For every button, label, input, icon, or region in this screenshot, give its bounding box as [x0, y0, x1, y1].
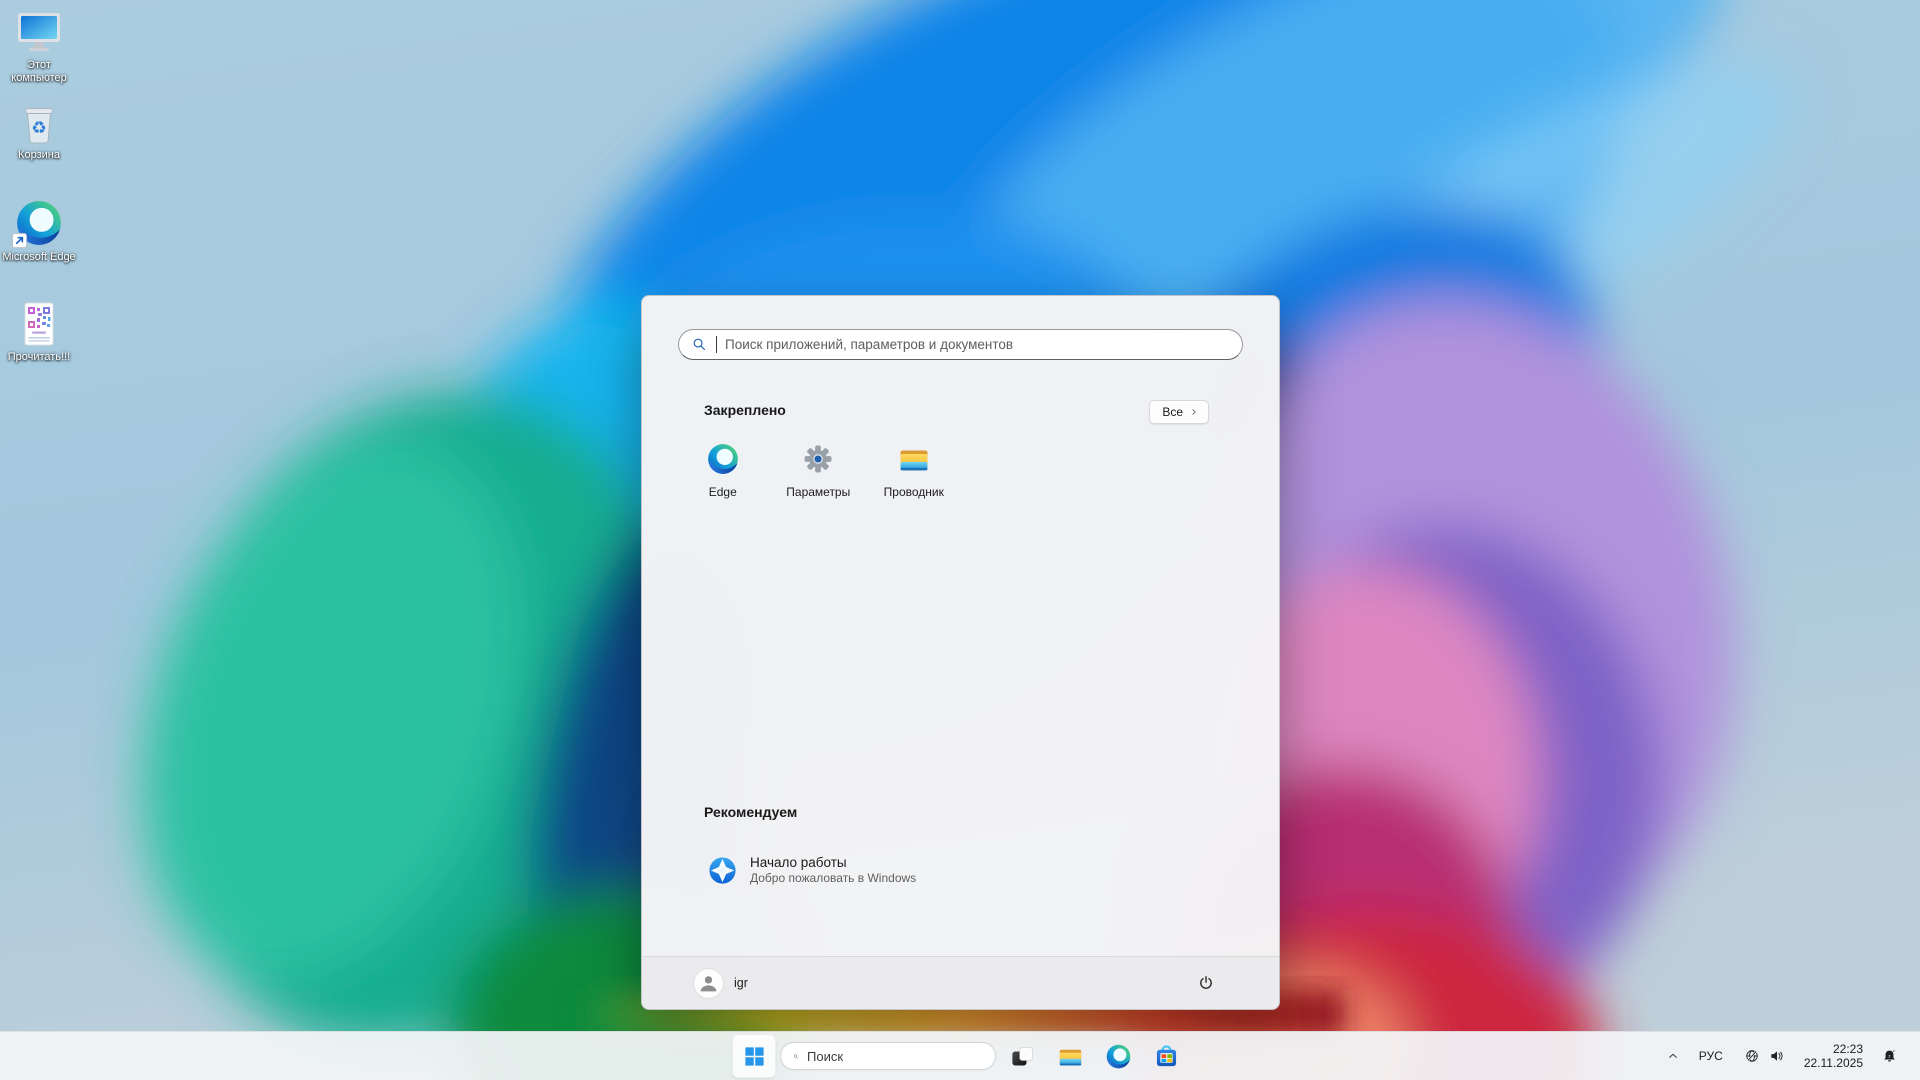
user-profile-button[interactable]: igr [694, 969, 748, 998]
desktop-icon-microsoft-edge[interactable]: Microsoft Edge [0, 198, 78, 264]
chevron-up-icon [1665, 1048, 1681, 1064]
all-apps-label: Все [1162, 405, 1183, 419]
tray-date: 22.11.2025 [1804, 1056, 1863, 1070]
recycle-bin-icon [16, 100, 62, 146]
shortcut-arrow-icon [12, 233, 27, 248]
this-pc-icon [15, 8, 63, 56]
qr-document-icon [15, 300, 63, 348]
all-apps-button[interactable]: Все [1149, 400, 1209, 424]
recommended-section-title: Рекомендуем [704, 804, 797, 820]
folder-icon [1057, 1043, 1084, 1070]
get-started-icon [706, 854, 739, 887]
recommended-item-get-started[interactable]: Начало работы Добро пожаловать в Windows [688, 842, 1008, 898]
start-menu-footer: igr [642, 956, 1279, 1009]
desktop-icon-label: Прочитать!!! [8, 351, 71, 364]
search-icon [793, 1049, 799, 1064]
desktop-icon-label: Корзина [18, 149, 60, 162]
desktop-icon-recycle-bin[interactable]: Корзина [0, 100, 78, 162]
taskbar-center [732, 1032, 1188, 1080]
windows-logo-icon [743, 1045, 766, 1068]
microsoft-store-button[interactable] [1144, 1034, 1188, 1078]
desktop-icon-label: Microsoft Edge [2, 251, 75, 264]
quick-settings-button[interactable] [1734, 1036, 1795, 1076]
pinned-section-title: Закреплено [704, 402, 786, 418]
task-view-icon [1009, 1043, 1036, 1070]
pinned-apps-grid: Edge Параметры Проводник [675, 432, 1248, 518]
desktop-icon-this-pc[interactable]: Этот компьютер [0, 8, 78, 85]
pinned-app-explorer[interactable]: Проводник [866, 432, 962, 518]
do-not-disturb-bell-icon [1880, 1047, 1899, 1066]
power-button[interactable] [1189, 966, 1223, 1000]
taskbar: РУС 22:23 22.11.2025 [0, 1031, 1920, 1080]
pinned-app-label: Edge [709, 485, 737, 499]
desktop-icon-readme-qr[interactable]: Прочитать!!! [0, 300, 78, 364]
chevron-right-icon [1189, 407, 1199, 417]
clock-button[interactable]: 22:23 22.11.2025 [1795, 1036, 1872, 1076]
start-search-input[interactable] [725, 337, 1230, 352]
volume-icon [1768, 1047, 1786, 1065]
power-icon [1196, 973, 1216, 993]
edge-icon [14, 198, 64, 248]
task-view-button[interactable] [1000, 1034, 1044, 1078]
search-icon [691, 336, 708, 353]
store-icon [1153, 1043, 1180, 1070]
start-menu: Закреплено Все Edge Параметры Проводник … [641, 295, 1280, 1010]
system-tray: РУС 22:23 22.11.2025 [1658, 1032, 1920, 1080]
start-search-box[interactable] [678, 329, 1243, 360]
gear-icon [801, 442, 835, 476]
notification-center-button[interactable] [1872, 1036, 1906, 1076]
edge-icon [706, 442, 740, 476]
taskbar-search-box[interactable] [780, 1042, 996, 1070]
pinned-app-label: Проводник [884, 485, 944, 499]
language-indicator[interactable]: РУС [1688, 1036, 1734, 1076]
recommended-item-subtitle: Добро пожаловать в Windows [750, 871, 916, 886]
recommended-item-text: Начало работы Добро пожаловать в Windows [750, 854, 916, 886]
pinned-app-label: Параметры [786, 485, 850, 499]
start-button[interactable] [732, 1034, 776, 1078]
avatar [694, 969, 723, 998]
text-caret [716, 336, 717, 353]
taskbar-search-input[interactable] [807, 1049, 983, 1064]
tray-overflow-button[interactable] [1658, 1036, 1688, 1076]
pinned-app-edge[interactable]: Edge [675, 432, 771, 518]
folder-icon [897, 442, 931, 476]
recommended-item-title: Начало работы [750, 854, 916, 871]
network-globe-icon [1743, 1047, 1761, 1065]
person-icon [694, 969, 723, 998]
edge-button[interactable] [1096, 1034, 1140, 1078]
desktop-icon-label: Этот компьютер [0, 59, 78, 85]
file-explorer-button[interactable] [1048, 1034, 1092, 1078]
user-name: igr [734, 976, 748, 990]
language-label: РУС [1699, 1049, 1723, 1063]
tray-time: 22:23 [1833, 1042, 1863, 1056]
edge-icon [1105, 1043, 1132, 1070]
pinned-app-settings[interactable]: Параметры [771, 432, 867, 518]
